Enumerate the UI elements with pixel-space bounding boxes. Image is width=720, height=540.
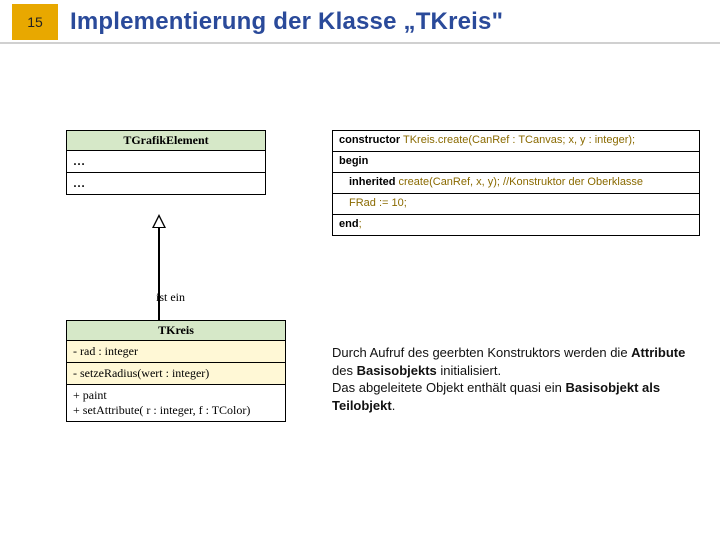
relation-label: ist ein xyxy=(156,290,185,305)
paragraph-text: Das abgeleitete Objekt enthält quasi ein xyxy=(332,380,565,395)
code-line-body: FRad := 10; xyxy=(333,194,699,215)
code-comment: //Konstruktor der Oberklasse xyxy=(503,176,643,188)
uml-attribute-row: - setzeRadius(wert : integer) xyxy=(67,363,285,385)
page-number-badge: 15 xyxy=(12,4,58,40)
code-line-signature: constructor TKreis.create(CanRef : TCanv… xyxy=(333,131,699,152)
paragraph-text: des xyxy=(332,363,357,378)
uml-operation: + setAttribute( r : integer, f : TColor) xyxy=(73,403,279,418)
code-end-semicolon: ; xyxy=(359,218,362,230)
paragraph-text: initialisiert. xyxy=(437,363,501,378)
uml-attribute-row: - rad : integer xyxy=(67,341,285,363)
keyword-constructor: constructor xyxy=(339,134,400,146)
paragraph-text: Durch Aufruf des geerbten Konstruktors w… xyxy=(332,345,631,360)
paragraph-bold: Basisobjekts xyxy=(357,363,437,378)
keyword-inherited: inherited xyxy=(349,176,395,188)
uml-class-name: TGrafikElement xyxy=(67,131,265,151)
slide-content: TGrafikElement … … ist ein TKreis - rad … xyxy=(0,44,720,538)
code-box: constructor TKreis.create(CanRef : TCanv… xyxy=(332,130,700,236)
uml-operation: + paint xyxy=(73,388,279,403)
keyword-end: end xyxy=(339,218,359,230)
paragraph-bold: Attribute xyxy=(631,345,685,360)
uml-attributes-placeholder: … xyxy=(67,151,265,173)
uml-class-name: TKreis xyxy=(67,321,285,341)
code-signature-rest: TKreis.create(CanRef : TCanvas; x, y : i… xyxy=(400,134,635,146)
keyword-begin: begin xyxy=(339,155,368,167)
uml-operations-row: + paint + setAttribute( r : integer, f :… xyxy=(67,385,285,421)
code-line-end: end; xyxy=(333,215,699,235)
page-number: 15 xyxy=(27,14,43,30)
code-line-inherited: inherited create(CanRef, x, y); //Konstr… xyxy=(333,173,699,194)
arrow-line xyxy=(158,228,160,320)
arrow-head-icon xyxy=(152,214,166,228)
code-line-begin: begin xyxy=(333,152,699,173)
uml-box-tgrafikelement: TGrafikElement … … xyxy=(66,130,266,195)
code-inherited-call: create(CanRef, x, y); xyxy=(395,176,503,188)
code-assignment: FRad := 10; xyxy=(349,197,407,209)
explanation-paragraph: Durch Aufruf des geerbten Konstruktors w… xyxy=(332,344,692,414)
page-title: Implementierung der Klasse „TKreis" xyxy=(70,8,503,36)
uml-box-tkreis: TKreis - rad : integer - setzeRadius(wer… xyxy=(66,320,286,422)
paragraph-text: . xyxy=(392,398,396,413)
uml-operations-placeholder: … xyxy=(67,173,265,194)
slide-header: 15 Implementierung der Klasse „TKreis" xyxy=(0,0,720,44)
